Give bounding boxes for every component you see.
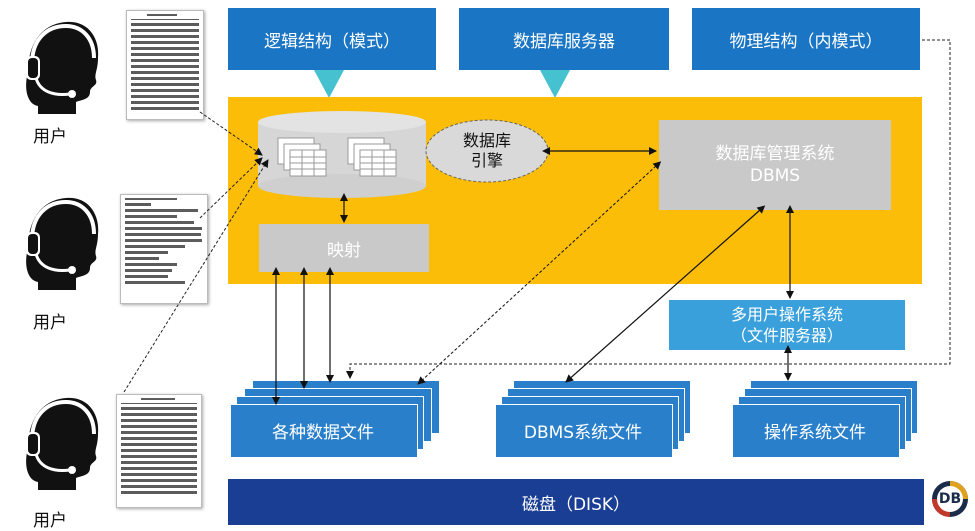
dbms-box: 数据库管理系统 DBMS	[659, 120, 891, 210]
db-server-label: 数据库服务器	[513, 31, 615, 52]
schema-document-1	[126, 10, 204, 120]
multi-user-os-line1: 多用户操作系统	[730, 305, 843, 324]
multi-user-os-line2: （文件服务器）	[730, 326, 843, 345]
schema-document-2	[120, 194, 208, 304]
dbms-files-label: DBMS系统文件	[523, 422, 643, 443]
data-files-label: 各种数据文件	[272, 422, 374, 443]
table-icon	[277, 137, 327, 177]
logical-structure-label: 逻辑结构（模式）	[264, 31, 400, 52]
user-label-2: 用户	[33, 313, 67, 333]
dbms-label-en: DBMS	[749, 166, 801, 186]
disk-bar: 磁盘（DISK）	[228, 479, 924, 525]
physical-structure-label: 物理结构（内模式）	[729, 31, 883, 52]
dbms-files-stack: DBMS系统文件	[495, 380, 695, 460]
mapping-label: 映射	[327, 240, 361, 261]
schema-document-3	[116, 394, 202, 508]
physical-structure-box: 物理结构（内模式）	[692, 8, 920, 70]
headset-user-icon	[26, 21, 99, 114]
db-engine-line2: 引擎	[470, 151, 503, 170]
headset-user-icon	[26, 197, 99, 290]
mapping-box: 映射	[259, 224, 429, 272]
db-logo-text: DB	[938, 491, 962, 507]
data-files-stack: 各种数据文件	[230, 380, 442, 460]
disk-label: 磁盘（DISK）	[521, 494, 631, 515]
os-files-label: 操作系统文件	[764, 422, 866, 443]
logical-structure-box: 逻辑结构（模式）	[228, 8, 436, 70]
dbms-label-cn: 数据库管理系统	[715, 144, 835, 164]
pointer-arrow-logical	[314, 70, 344, 98]
db-server-box: 数据库服务器	[459, 8, 669, 70]
multi-user-os-box: 多用户操作系统 （文件服务器）	[669, 300, 905, 350]
db-engine-line1: 数据库	[462, 131, 511, 150]
db-engine-label: 数据库 引擎	[424, 118, 550, 184]
headset-user-icon	[26, 397, 99, 490]
user-label-1: 用户	[33, 127, 67, 147]
database-cylinder-icon	[258, 111, 426, 198]
pointer-arrow-server	[540, 70, 570, 98]
user-label-3: 用户	[33, 511, 67, 531]
os-files-stack: 操作系统文件	[732, 380, 922, 460]
